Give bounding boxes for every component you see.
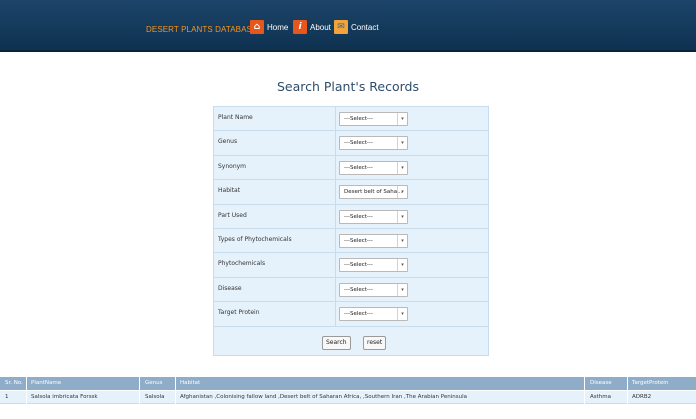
nav-contact[interactable]: ✉ Contact [334,20,379,34]
nav-home-label: Home [267,22,289,32]
site-brand[interactable]: DESERT PLANTS DATABASE [146,25,257,34]
form-row-phytochemical-types: Types of Phytochemicals ---Select--- ▾ [214,229,488,254]
select-value: ---Select--- [344,311,373,318]
cell-sr-no: 1 [5,394,9,400]
field-label: Synonym [218,162,247,170]
select-value: ---Select--- [344,213,373,220]
column-header: TargetProtein [632,380,669,386]
select-value: Desert belt of Saha... [344,189,403,196]
form-row-genus: Genus ---Select--- ▾ [214,131,488,156]
divider [26,377,27,390]
form-row-phytochemicals: Phytochemicals ---Select--- ▾ [214,253,488,278]
divider [335,180,336,204]
form-row-target-protein: Target Protein ---Select--- ▾ [214,302,488,327]
chevron-down-icon: ▾ [397,259,407,272]
chevron-down-icon: ▾ [397,161,407,174]
divider [335,253,336,277]
form-row-habitat: Habitat Desert belt of Saha... ▾ [214,180,488,205]
form-actions: Search reset [214,333,488,355]
cell-habitat: Afghanistan ,Colonising fallow land ,Des… [180,394,467,400]
chevron-down-icon: ▾ [397,308,407,321]
chevron-down-icon: ▾ [397,113,407,125]
select-value: ---Select--- [344,262,373,269]
cell-plant-name[interactable]: Salsola imbricata Forssk [31,394,98,400]
chevron-down-icon: ▾ [397,235,407,247]
page-title: Search Plant's Records [276,79,420,94]
chevron-down-icon: ▾ [397,210,407,223]
target-protein-select[interactable]: ---Select--- ▾ [339,307,408,322]
plant-name-select[interactable]: ---Select--- ▾ [339,112,408,126]
column-header: Sr. No. [5,380,23,386]
cell-genus: Salsola [145,394,165,400]
divider [335,155,336,180]
field-label: Habitat [218,187,241,195]
divider [139,377,140,390]
field-label: Genus [218,138,238,146]
divider [627,391,628,404]
table-header: Sr. No. PlantName Genus Habitat Disease … [0,377,696,390]
search-form: Plant Name ---Select--- ▾ Genus ---Selec… [213,106,489,356]
field-label: Disease [218,284,242,292]
column-header: Habitat [180,380,201,386]
divider [584,391,585,404]
divider [584,377,585,390]
info-icon: i [293,20,307,34]
divider [335,204,336,228]
field-label: Target Protein [218,309,260,317]
habitat-select[interactable]: Desert belt of Saha... ▾ [339,185,408,200]
divider [627,377,628,390]
divider [26,391,27,404]
divider [335,107,336,131]
select-value: ---Select--- [344,238,373,244]
field-label: Plant Name [218,114,253,121]
table-row[interactable]: 1 Salsola imbricata Forssk Salsola Afgha… [0,391,696,404]
chevron-down-icon: ▾ [397,137,407,150]
divider [139,391,140,404]
form-row-disease: Disease ---Select--- ▾ [214,277,488,303]
form-row-plant-name: Plant Name ---Select--- ▾ [214,107,488,132]
field-label: Types of Phytochemicals [218,236,292,243]
divider [175,391,176,404]
cell-target-protein: ADRB2 [632,394,652,400]
search-button[interactable]: Search [322,336,351,350]
column-header: Genus [145,380,163,386]
column-header: Disease [590,380,612,386]
divider [335,131,336,155]
part-used-select[interactable]: ---Select--- ▾ [339,209,408,224]
select-value: ---Select--- [344,116,373,122]
nav-contact-label: Contact [351,22,379,32]
select-value: ---Select--- [344,164,373,171]
nav-about[interactable]: i About [293,20,331,34]
home-icon: ⌂ [250,20,264,34]
column-header: PlantName [31,380,62,386]
genus-select[interactable]: ---Select--- ▾ [339,136,408,151]
reset-button[interactable]: reset [363,336,387,350]
select-value: ---Select--- [344,286,373,293]
divider [335,229,336,253]
nav-about-label: About [310,22,331,32]
nav-home[interactable]: ⌂ Home [250,20,288,34]
top-navigation-bar: DESERT PLANTS DATABASE ⌂ Home i About ✉ … [0,0,696,52]
field-label: Part Used [218,211,247,219]
disease-select[interactable]: ---Select--- ▾ [339,282,408,297]
divider [335,277,336,302]
cell-disease: Asthma [590,394,611,400]
divider [335,302,336,326]
chevron-down-icon: ▾ [397,283,407,296]
form-row-part-used: Part Used ---Select--- ▾ [214,204,488,229]
chevron-down-icon: ▾ [397,186,407,199]
select-value: ---Select--- [344,140,373,147]
form-row-synonym: Synonym ---Select--- ▾ [214,155,488,181]
synonym-select[interactable]: ---Select--- ▾ [339,160,408,175]
divider [175,377,176,390]
field-label: Phytochemicals [218,260,266,268]
phytochemical-types-select[interactable]: ---Select--- ▾ [339,234,408,248]
phytochemicals-select[interactable]: ---Select--- ▾ [339,258,408,273]
contact-icon: ✉ [334,20,348,34]
